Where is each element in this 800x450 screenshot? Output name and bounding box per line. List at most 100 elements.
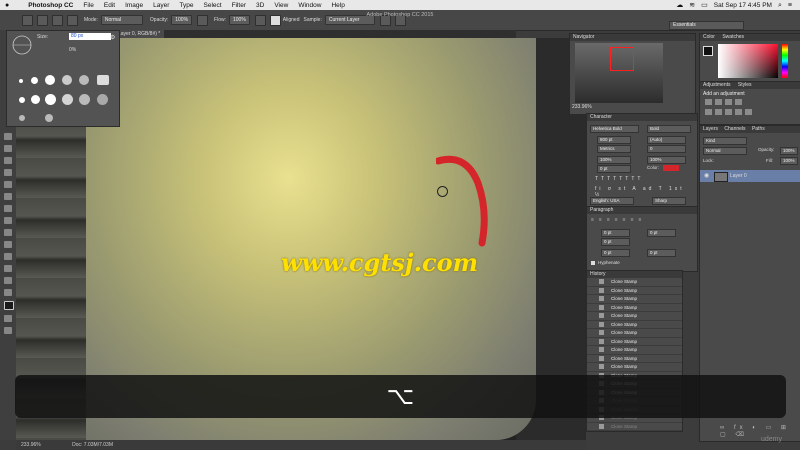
mode-select[interactable]: Normal <box>100 15 143 25</box>
history-state[interactable]: Clone Stamp <box>587 329 682 338</box>
tab-channels[interactable]: Channels <box>724 126 745 132</box>
history-state[interactable]: Clone Stamp <box>587 423 682 431</box>
navigator-title[interactable]: Navigator <box>570 34 695 41</box>
font-family-select[interactable]: Helvetica Bold <box>590 125 639 133</box>
opacity-field[interactable]: 100% <box>171 15 193 25</box>
exposure-icon[interactable] <box>735 99 742 105</box>
opentype-buttons[interactable]: fi σ st A ad T 1st ½ <box>595 186 690 198</box>
zoom-level[interactable]: 233.96% <box>21 442 41 448</box>
workspace-switcher[interactable]: Essentials <box>669 21 744 30</box>
brush-preset-swatch[interactable] <box>19 97 25 103</box>
eraser-tool-icon[interactable] <box>4 181 12 188</box>
vibrance-icon[interactable] <box>705 109 712 115</box>
brush-preset-swatch[interactable] <box>97 94 108 105</box>
black-white-icon[interactable] <box>735 109 742 115</box>
foreground-color-swatch[interactable] <box>703 46 713 56</box>
menu-window[interactable]: Window <box>298 2 321 9</box>
menu-layer[interactable]: Layer <box>153 2 169 9</box>
menu-help[interactable]: Help <box>331 2 344 9</box>
type-tool-icon[interactable] <box>4 241 12 248</box>
menu-view[interactable]: View <box>274 2 288 9</box>
indent-left-field[interactable]: 0 pt <box>601 229 630 237</box>
brush-preset-swatch[interactable] <box>79 94 90 105</box>
cloud-icon[interactable]: ☁ <box>676 2 683 9</box>
space-before-field[interactable]: 0 pt <box>601 249 630 257</box>
alignment-buttons[interactable]: ≡≡≡≡≡≡≡ <box>591 217 691 223</box>
apple-icon[interactable]: ● <box>5 2 9 9</box>
layer-row[interactable]: ◉ Layer 0 <box>700 170 800 182</box>
character-title[interactable]: Character <box>587 114 697 121</box>
fill-field[interactable]: 100% <box>780 157 798 165</box>
menu-3d[interactable]: 3D <box>256 2 264 9</box>
spot-healing-brush-tool-icon[interactable] <box>4 133 12 140</box>
history-state[interactable]: Clone Stamp <box>587 287 682 295</box>
aligned-checkbox[interactable] <box>269 14 281 26</box>
blend-mode-select[interactable]: Normal <box>703 147 747 155</box>
navigator-view-box[interactable] <box>610 47 634 71</box>
menu-file[interactable]: File <box>83 2 93 9</box>
history-state[interactable]: Clone Stamp <box>587 431 682 432</box>
brush-size-input[interactable]: 80 px <box>69 33 111 40</box>
brush-preset-swatch[interactable] <box>19 79 23 83</box>
brush-preset-swatch[interactable] <box>62 75 72 85</box>
tab-swatches[interactable]: Swatches <box>722 34 744 40</box>
tracking-field[interactable]: 0 <box>647 145 686 153</box>
rectangle-tool-icon[interactable] <box>4 265 12 272</box>
history-state[interactable]: Clone Stamp <box>587 278 682 287</box>
history-state[interactable]: Clone Stamp <box>587 295 682 304</box>
notification-center-icon[interactable]: ≡ <box>788 2 792 9</box>
kerning-field[interactable]: Metrics <box>597 145 631 153</box>
layer-filter-kind[interactable]: Kind <box>703 137 747 145</box>
menu-image[interactable]: Image <box>125 2 143 9</box>
brush-preset-swatch[interactable] <box>31 95 40 104</box>
indent-first-field[interactable]: 0 pt <box>601 238 630 246</box>
text-color-swatch[interactable] <box>663 165 679 171</box>
menu-edit[interactable]: Edit <box>104 2 115 9</box>
color-balance-icon[interactable] <box>725 109 732 115</box>
history-state[interactable]: Clone Stamp <box>587 321 682 329</box>
tab-layers[interactable]: Layers <box>703 126 718 132</box>
history-brush-tool-icon[interactable] <box>4 169 12 176</box>
antialias-select[interactable]: Sharp <box>652 197 686 205</box>
clone-stamp-tool-icon[interactable] <box>4 157 12 164</box>
wifi-icon[interactable]: ≋ <box>689 2 695 9</box>
brush-preset-swatch[interactable] <box>97 75 109 85</box>
vertical-scale-field[interactable]: 100% <box>597 156 631 164</box>
menubar-clock[interactable]: Sat Sep 17 4:45 PM <box>714 2 772 9</box>
hyphenate-checkbox[interactable] <box>591 261 595 265</box>
menu-type[interactable]: Type <box>179 2 193 9</box>
flow-field[interactable]: 100% <box>229 15 250 25</box>
brush-preset-picker-button[interactable] <box>37 14 48 26</box>
brush-preset-swatch[interactable] <box>45 114 53 122</box>
gradient-tool-icon[interactable] <box>4 193 12 200</box>
language-select[interactable]: English: USA <box>590 197 634 205</box>
brush-preset-swatch[interactable] <box>45 75 55 85</box>
photo-filter-icon[interactable] <box>745 109 752 115</box>
hand-tool-icon[interactable] <box>4 277 12 284</box>
eye-icon[interactable]: ◉ <box>704 170 709 182</box>
history-state[interactable]: Clone Stamp <box>587 355 682 363</box>
brush-preset-swatch[interactable] <box>19 115 25 121</box>
type-style-buttons[interactable]: TTTTTTTT <box>595 176 690 182</box>
layer-name[interactable]: Layer 0 <box>730 170 747 182</box>
toggle-brush-panel-icon[interactable] <box>52 14 63 26</box>
pen-tool-icon[interactable] <box>4 229 12 236</box>
hue-saturation-icon[interactable] <box>715 109 722 115</box>
dodge-tool-icon[interactable] <box>4 217 12 224</box>
airbrush-icon[interactable] <box>254 14 266 26</box>
font-style-select[interactable]: Bold <box>647 125 691 133</box>
history-state[interactable]: Clone Stamp <box>587 304 682 312</box>
pressure-opacity-icon[interactable] <box>197 14 209 26</box>
history-title[interactable]: History <box>587 271 682 278</box>
brush-preset-swatch[interactable] <box>45 94 56 105</box>
toggle-clone-source-panel-icon[interactable] <box>67 14 78 26</box>
history-state[interactable]: Clone Stamp <box>587 363 682 372</box>
brush-preset-swatch[interactable] <box>31 77 38 84</box>
color-field[interactable] <box>718 44 778 78</box>
history-state[interactable]: Clone Stamp <box>587 338 682 346</box>
menu-filter[interactable]: Filter <box>232 2 246 9</box>
blur-tool-icon[interactable] <box>4 205 12 212</box>
space-after-field[interactable]: 0 pt <box>647 249 676 257</box>
navigator-thumbnail[interactable] <box>575 43 663 103</box>
menu-select[interactable]: Select <box>204 2 222 9</box>
